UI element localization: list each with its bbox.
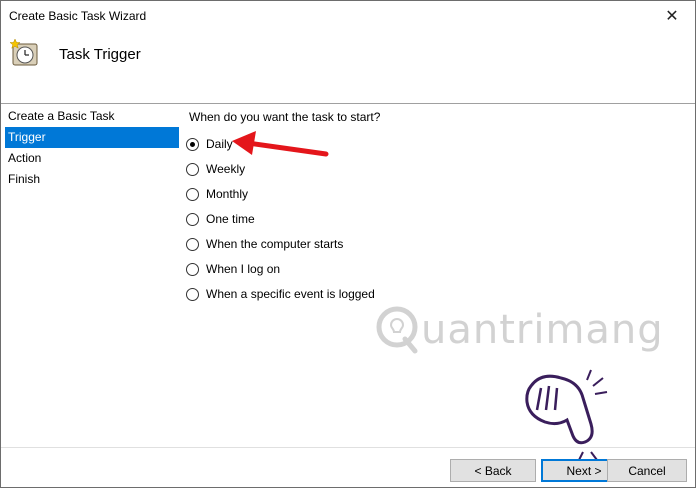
radio-label: Monthly: [206, 187, 249, 201]
radio-one-time[interactable]: One time: [186, 210, 255, 228]
radio-monthly[interactable]: Monthly: [186, 185, 248, 203]
radio-event-logged[interactable]: When a specific event is logged: [186, 285, 375, 303]
annotation-arrow-icon: [232, 131, 329, 157]
radio-button[interactable]: [186, 287, 199, 301]
lightbulb-logo-icon: [376, 306, 418, 354]
close-button[interactable]: ✕: [649, 1, 695, 31]
radio-label: When a specific event is logged: [206, 287, 375, 301]
watermark: uantrimang: [371, 301, 663, 361]
pointing-hand-icon: [525, 369, 608, 461]
window-title: Create Basic Task Wizard: [9, 9, 147, 23]
radio-button[interactable]: [186, 212, 199, 226]
radio-button-checked[interactable]: [186, 137, 199, 151]
radio-label: When I log on: [206, 262, 281, 276]
nav-item-create-basic-task[interactable]: Create a Basic Task: [5, 106, 179, 127]
close-icon: ✕: [665, 8, 679, 25]
radio-button[interactable]: [186, 237, 199, 251]
cancel-button[interactable]: Cancel: [607, 459, 687, 482]
wizard-steps-nav: Create a Basic Task Trigger Action Finis…: [5, 106, 179, 190]
nav-item-finish[interactable]: Finish: [5, 169, 179, 190]
footer-divider: [1, 447, 695, 448]
back-button[interactable]: < Back: [450, 459, 536, 482]
radio-button[interactable]: [186, 262, 199, 276]
page-title: Task Trigger: [59, 46, 141, 63]
header-divider: [1, 103, 695, 104]
wizard-window: Create Basic Task Wizard ✕ Task Trigger …: [0, 0, 696, 488]
title-bar: Create Basic Task Wizard ✕: [1, 1, 695, 33]
trigger-question: When do you want the task to start?: [189, 110, 381, 124]
radio-label: When the computer starts: [206, 237, 344, 251]
radio-label: One time: [206, 212, 255, 226]
nav-item-action[interactable]: Action: [5, 148, 179, 169]
radio-computer-starts[interactable]: When the computer starts: [186, 235, 343, 253]
watermark-text: uantrimang: [421, 307, 664, 353]
radio-button[interactable]: [186, 187, 199, 201]
task-scheduler-clock-icon: [10, 38, 38, 66]
nav-item-trigger[interactable]: Trigger: [5, 127, 179, 148]
radio-button[interactable]: [186, 162, 199, 176]
wizard-header: Task Trigger: [1, 33, 695, 103]
radio-log-on[interactable]: When I log on: [186, 260, 280, 278]
